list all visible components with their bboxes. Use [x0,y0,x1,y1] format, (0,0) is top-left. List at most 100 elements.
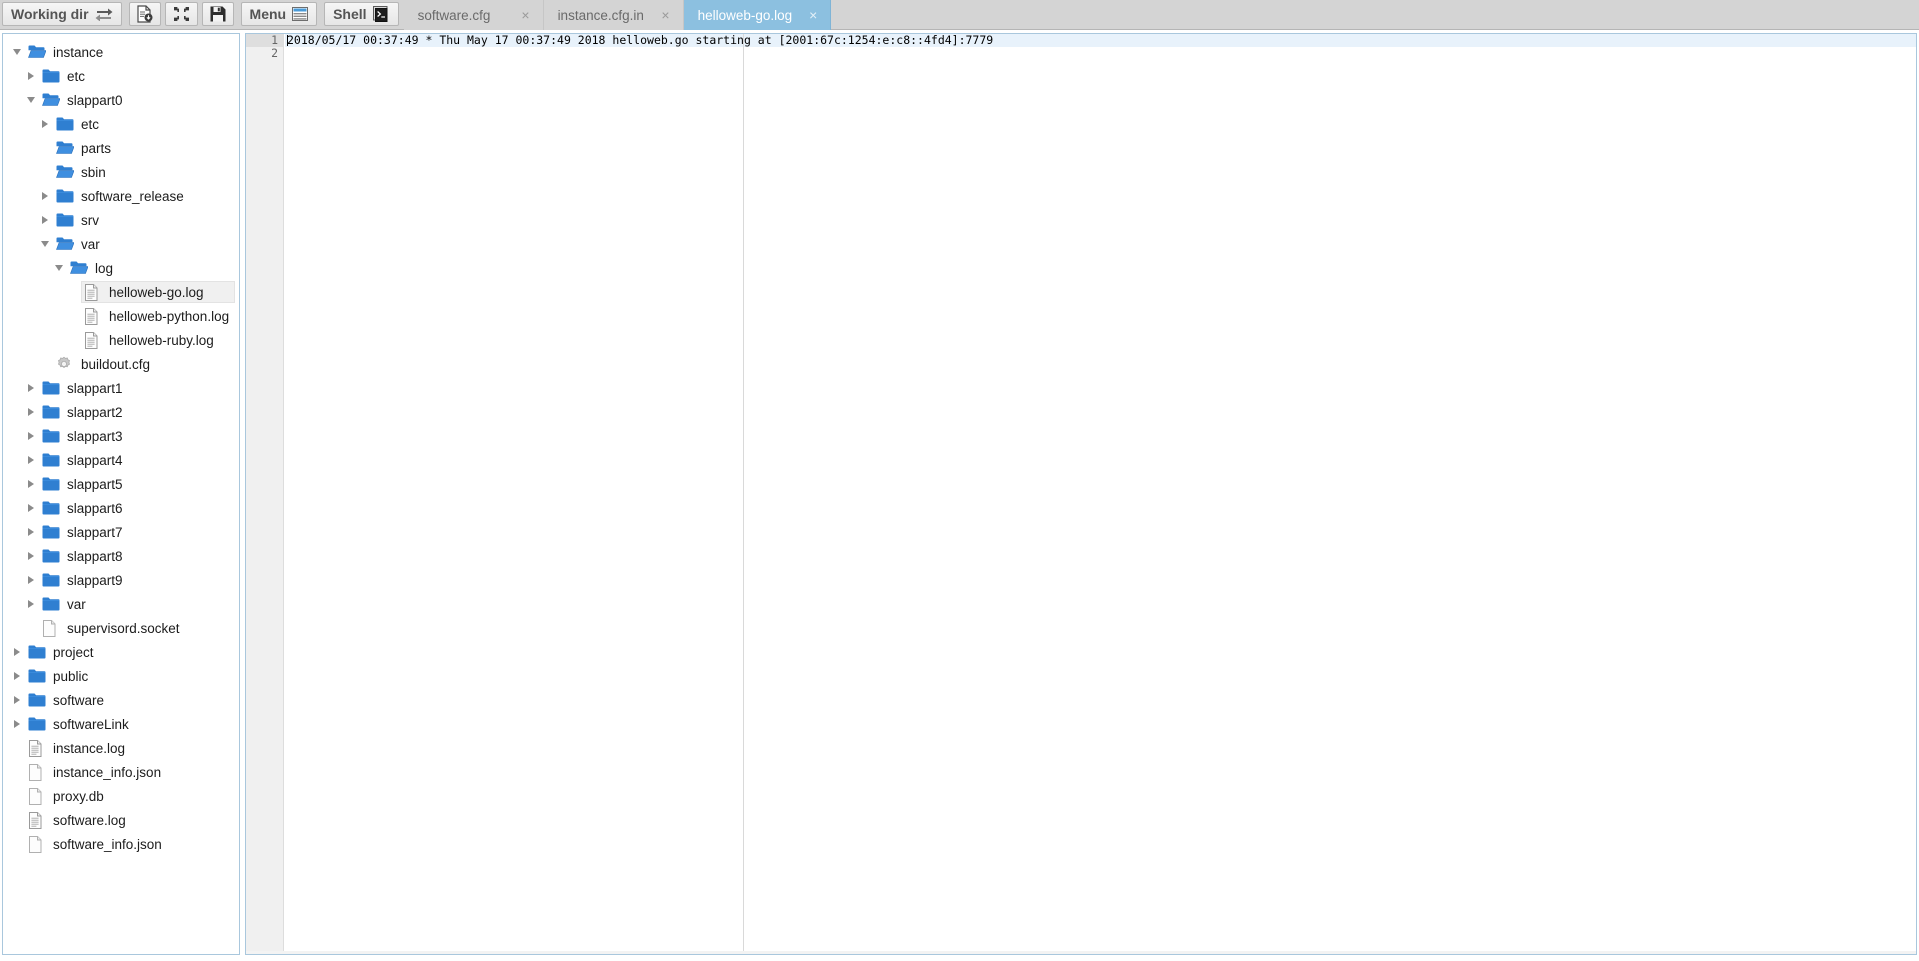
tree-item-instance-log[interactable]: instance.log [3,736,239,760]
tree-item-helloweb-go-log[interactable]: helloweb-go.log [3,280,239,304]
tab-strip: software.cfg × instance.cfg.in × helloweb-go… [403,0,832,30]
tree-item-label: buildout.cfg [81,356,151,372]
tree-item-slappart4[interactable]: slappart4 [3,448,239,472]
folder-icon [42,404,60,420]
tree-item-label: var [67,596,86,612]
chevron-right-icon[interactable] [9,644,25,660]
tree-item-body: slappart6 [39,497,134,519]
file-tree-panel[interactable]: instance etc slappart0 etc parts sbin software… [2,33,240,955]
chevron-right-icon[interactable] [23,596,39,612]
tree-item-slappart9[interactable]: slappart9 [3,568,239,592]
tree-item-supervisord-socket[interactable]: supervisord.socket [3,616,239,640]
tab-instance-cfg-in[interactable]: instance.cfg.in × [543,0,684,30]
tree-item-helloweb-python-log[interactable]: helloweb-python.log [3,304,239,328]
tree-item-slappart6[interactable]: slappart6 [3,496,239,520]
tree-item-software-log[interactable]: software.log [3,808,239,832]
chevron-right-icon[interactable] [23,524,39,540]
code-line[interactable]: 2018/05/17 00:37:49 * Thu May 17 00:37:4… [285,34,1916,47]
tab-helloweb-go-log[interactable]: helloweb-go.log × [683,0,832,30]
tree-item-slappart3[interactable]: slappart3 [3,424,239,448]
chevron-right-icon[interactable] [23,428,39,444]
tree-item-instance-info-json[interactable]: instance_info.json [3,760,239,784]
tab-close-icon[interactable]: × [658,8,672,22]
tree-item-slappart2[interactable]: slappart2 [3,400,239,424]
tab-label: instance.cfg.in [557,7,644,23]
chevron-right-icon[interactable] [37,116,53,132]
tree-item-body: supervisord.socket [39,617,191,639]
tree-item-software-release[interactable]: software_release [3,184,239,208]
tree-item-body: helloweb-python.log [81,305,239,327]
working-dir-button[interactable]: Working dir [2,2,122,26]
tree-item-body: slappart2 [39,401,134,423]
tree-item-softwarelink[interactable]: softwareLink [3,712,239,736]
tree-item-label: slappart3 [67,428,123,444]
terminal-icon [372,5,390,23]
chevron-right-icon[interactable] [23,452,39,468]
tree-item-sbin[interactable]: sbin [3,160,239,184]
code-lines: 2018/05/17 00:37:49 * Thu May 17 00:37:4… [285,34,1916,59]
tree-item-etc[interactable]: etc [3,112,239,136]
chevron-right-icon[interactable] [23,404,39,420]
save-as-document-button[interactable] [128,2,161,26]
chevron-down-icon[interactable] [9,44,25,60]
chevron-right-icon[interactable] [23,476,39,492]
file-icon [28,836,46,853]
code-line[interactable] [285,47,1916,60]
tree-item-label: srv [81,212,99,228]
tree-item-body: etc [53,113,110,135]
tree-item-project[interactable]: project [3,640,239,664]
tree-item-parts[interactable]: parts [3,136,239,160]
tree-item-software-info-json[interactable]: software_info.json [3,832,239,856]
chevron-right-icon[interactable] [37,212,53,228]
chevron-right-icon[interactable] [23,68,39,84]
shell-button[interactable]: Shell [324,2,399,26]
tree-item-instance[interactable]: instance [3,40,239,64]
menu-button[interactable]: Menu [240,2,318,26]
tab-close-icon[interactable]: × [518,8,532,22]
file-tree: instance etc slappart0 etc parts sbin software… [3,34,239,856]
editor-panel[interactable]: 12 2018/05/17 00:37:49 * Thu May 17 00:3… [245,33,1917,955]
chevron-right-icon[interactable] [23,548,39,564]
tab-close-icon[interactable]: × [806,8,820,22]
tree-item-slappart1[interactable]: slappart1 [3,376,239,400]
tree-item-helloweb-ruby-log[interactable]: helloweb-ruby.log [3,328,239,352]
collapse-button[interactable] [164,2,198,26]
tree-item-public[interactable]: public [3,664,239,688]
tree-item-body: log [67,257,124,279]
chevron-right-icon[interactable] [23,380,39,396]
chevron-right-icon[interactable] [9,668,25,684]
tree-item-etc[interactable]: etc [3,64,239,88]
tree-item-log[interactable]: log [3,256,239,280]
tree-item-buildout-cfg[interactable]: buildout.cfg [3,352,239,376]
tree-item-srv[interactable]: srv [3,208,239,232]
code-area[interactable]: 2018/05/17 00:37:49 * Thu May 17 00:37:4… [285,34,1916,954]
toolbar-separator-3 [319,0,322,29]
file-icon [84,308,102,325]
chevron-down-icon[interactable] [51,260,67,276]
collapse-arrows-icon [173,6,190,22]
tree-item-body: slappart4 [39,449,134,471]
chevron-right-icon[interactable] [23,572,39,588]
tab-software-cfg[interactable]: software.cfg × [403,0,544,30]
tree-item-body: slappart5 [39,473,134,495]
tree-item-slappart7[interactable]: slappart7 [3,520,239,544]
tree-item-var[interactable]: var [3,232,239,256]
tree-item-software[interactable]: software [3,688,239,712]
tree-item-slappart0[interactable]: slappart0 [3,88,239,112]
tree-item-proxy-db[interactable]: proxy.db [3,784,239,808]
chevron-right-icon[interactable] [9,716,25,732]
tree-item-body: slappart3 [39,425,134,447]
chevron-down-icon[interactable] [37,236,53,252]
tree-item-slappart8[interactable]: slappart8 [3,544,239,568]
tree-item-slappart5[interactable]: slappart5 [3,472,239,496]
chevron-right-icon[interactable] [9,692,25,708]
chevron-down-icon[interactable] [23,92,39,108]
tree-item-var[interactable]: var [3,592,239,616]
chevron-right-icon[interactable] [37,188,53,204]
editor-horizontal-scrollbar[interactable] [246,951,1916,954]
folder-icon [42,548,60,564]
chevron-right-icon[interactable] [23,500,39,516]
save-button[interactable] [201,2,234,26]
file-icon [28,788,46,805]
